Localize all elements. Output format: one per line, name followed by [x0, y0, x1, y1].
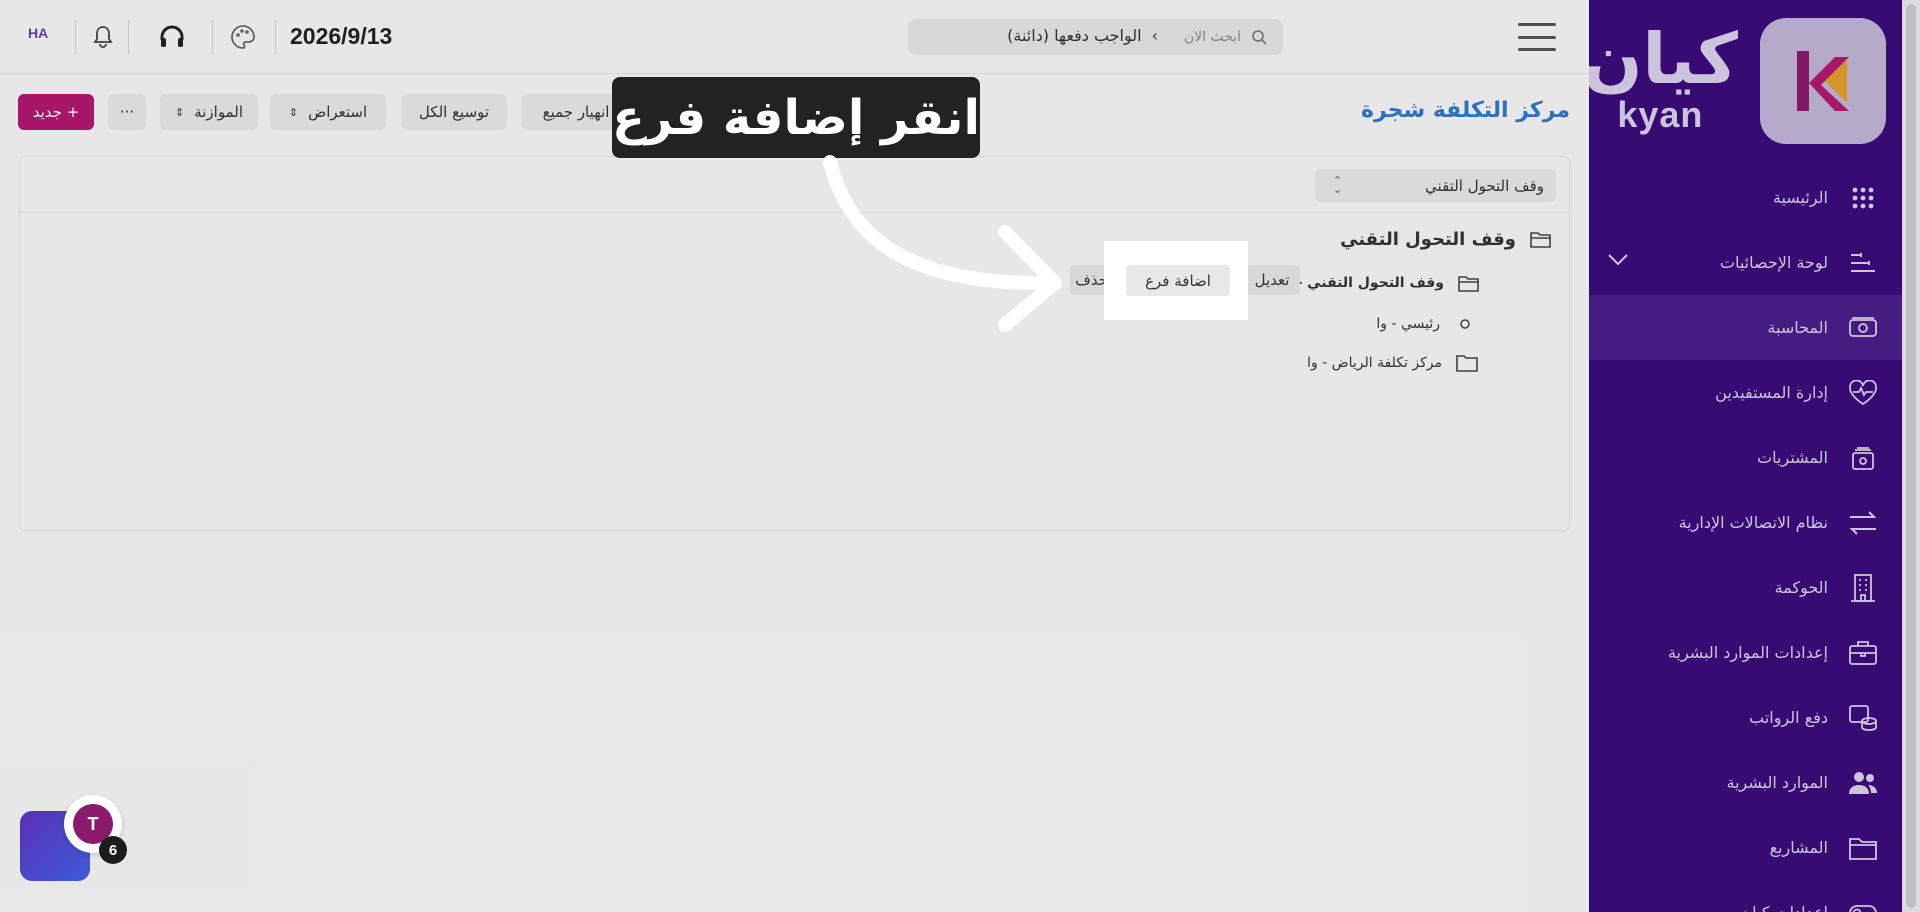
tutorial-callout: انقر إضافة فرع	[612, 77, 980, 158]
page-title: مركز التكلفة شجرة	[1361, 98, 1570, 123]
sidebar-item-projects[interactable]: المشاريع	[1589, 815, 1902, 880]
sidebar-item-communications[interactable]: نظام الاتصالات الإدارية	[1589, 490, 1902, 555]
panel-header: وقف التحول التقني ⌃ ⌄	[20, 157, 1569, 213]
tree-node[interactable]: وقف التحول التقني - واا	[1273, 272, 1482, 294]
user-avatar[interactable]: HA	[28, 25, 48, 41]
menu-toggle-icon[interactable]	[1518, 23, 1556, 51]
tree-node-label: مركز تكلفة الرياض - وا	[1307, 355, 1442, 371]
sliders-icon	[1846, 246, 1880, 280]
sidebar-scrollbar[interactable]	[1902, 0, 1920, 912]
sidebar-item-label: لوحة الإحصائيات	[1719, 253, 1828, 272]
top-bar: HA 2026/9/13 › الواجب دفعها (دائنة)	[0, 0, 1589, 74]
users-icon	[1846, 766, 1880, 800]
brand-logo[interactable]: كيان kyan	[1589, 18, 1886, 144]
search-icon	[1251, 29, 1267, 45]
tree-root[interactable]: وقف التحول التقني	[1340, 228, 1554, 250]
balance-label: الموازنة	[194, 103, 244, 121]
sidebar-item-label: إعدادات الموارد البشرية	[1667, 643, 1828, 662]
sidebar-item-governance[interactable]: الحوكمة	[1589, 555, 1902, 620]
tree-root-label: وقف التحول التقني	[1340, 228, 1516, 250]
sidebar-item-accounting[interactable]: المحاسبة	[1589, 295, 1902, 360]
sidebar-item-hr-settings[interactable]: إعدادات الموارد البشرية	[1589, 620, 1902, 685]
sidebar-item-label: الحوكمة	[1774, 578, 1828, 597]
tutorial-highlight: اضافة فرع	[1104, 241, 1248, 320]
toggle-icon	[1846, 896, 1880, 912]
sidebar-item-label: المشتريات	[1757, 448, 1828, 467]
notification-count: 6	[99, 836, 127, 864]
sidebar-item-label: نظام الاتصالات الإدارية	[1678, 513, 1828, 532]
heart-pulse-icon	[1846, 376, 1880, 410]
more-button[interactable]: ···	[108, 94, 146, 130]
brand-name-en: kyan	[1617, 94, 1704, 135]
sidebar-item-home[interactable]: الرئيسية	[1589, 165, 1902, 230]
updown-icon: ⇕	[288, 105, 299, 119]
breadcrumb-separator: ›	[1151, 26, 1158, 45]
coins-icon	[1846, 701, 1880, 735]
sidebar-item-label: إعدادات كيان	[1740, 903, 1828, 912]
palette-icon[interactable]	[228, 22, 258, 52]
briefcase-icon	[1846, 636, 1880, 670]
sidebar-item-label: المحاسبة	[1767, 318, 1828, 337]
tree-node[interactable]: مركز تكلفة الرياض - وا	[1307, 352, 1480, 374]
view-label: استعراض	[308, 103, 368, 121]
grid-dots-icon	[1846, 181, 1880, 215]
bell-icon[interactable]	[88, 22, 118, 52]
building-icon	[1846, 571, 1880, 605]
folder-icon	[1846, 831, 1880, 865]
company-select[interactable]: وقف التحول التقني ⌃ ⌄	[1315, 169, 1556, 202]
sidebar-item-payroll[interactable]: دفع الرواتب	[1589, 685, 1902, 750]
breadcrumb: › الواجب دفعها (دائنة)	[1007, 26, 1158, 45]
company-select-value: وقف التحول التقني	[1425, 176, 1544, 195]
add-branch-button[interactable]: اضافة فرع	[1126, 265, 1230, 296]
sidebar-item-label: إدارة المستفيدين	[1715, 383, 1828, 402]
expand-all-button[interactable]: توسيع الكل	[401, 94, 507, 130]
sidebar-item-hr[interactable]: الموارد البشرية	[1589, 750, 1902, 815]
sidebar-nav: الرئيسية لوحة الإحصائيات المحاسبة إدارة …	[1589, 165, 1902, 912]
updown-icon: ⇕	[175, 105, 185, 119]
balance-dropdown[interactable]: الموازنة ⇕	[160, 94, 258, 130]
sidebar-item-label: دفع الرواتب	[1749, 708, 1828, 727]
divider	[75, 20, 76, 54]
view-dropdown[interactable]: استعراض ⇕	[270, 94, 386, 130]
chevron-down-icon[interactable]	[1607, 252, 1629, 271]
divider	[212, 20, 213, 54]
sidebar-item-label: الرئيسية	[1772, 188, 1828, 207]
divider	[128, 20, 129, 54]
new-button[interactable]: + جديد	[18, 94, 94, 130]
sidebar-item-beneficiaries[interactable]: إدارة المستفيدين	[1589, 360, 1902, 425]
sidebar-item-purchases[interactable]: المشتريات	[1589, 425, 1902, 490]
money-icon	[1846, 311, 1880, 345]
breadcrumb-item[interactable]: الواجب دفعها (دائنة)	[1007, 26, 1141, 45]
tree-panel: وقف التحول التقني ⌃ ⌄	[19, 156, 1570, 531]
divider	[275, 20, 276, 54]
current-date: 2026/9/13	[290, 23, 393, 49]
updown-icon: ⌃ ⌄	[1333, 174, 1343, 196]
cart-icon	[1846, 441, 1880, 475]
folder-icon	[1454, 352, 1480, 374]
sidebar-item-label: الموارد البشرية	[1726, 773, 1829, 792]
tree-node[interactable]: رئيسي - وا	[1376, 313, 1478, 335]
arrows-exchange-icon	[1846, 506, 1880, 540]
brand-name-ar: كيان	[1589, 18, 1738, 100]
edit-button[interactable]: تعديل	[1244, 265, 1300, 295]
sidebar-item-label: المشاريع	[1769, 838, 1828, 857]
leaf-circle-icon	[1452, 313, 1478, 335]
sidebar: كيان kyan الرئيسية لوحة الإحصائيات المحا…	[1589, 0, 1920, 912]
tutorial-arrow-icon	[823, 155, 1062, 332]
kyan-logo-icon	[1760, 18, 1886, 144]
headset-icon[interactable]	[157, 22, 187, 52]
sidebar-item-kyan-settings[interactable]: إعدادات كيان	[1589, 880, 1902, 912]
folder-open-icon	[1456, 272, 1482, 294]
folder-open-icon	[1528, 228, 1554, 250]
sidebar-item-dashboard[interactable]: لوحة الإحصائيات	[1589, 230, 1902, 295]
tree-node-label: رئيسي - وا	[1376, 316, 1440, 332]
